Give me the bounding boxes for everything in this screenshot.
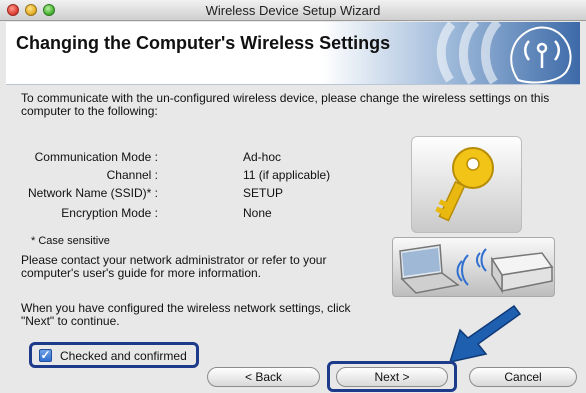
key-illustration — [411, 136, 522, 233]
setting-row-encryption-mode: Encryption Mode : None — [21, 206, 361, 222]
title-bar: Wireless Device Setup Wizard — [0, 0, 586, 21]
arrow-pointer-icon — [448, 304, 522, 364]
setting-value: SETUP — [243, 186, 284, 200]
setting-row-communication-mode: Communication Mode : Ad-hoc — [21, 150, 361, 166]
next-button[interactable]: Next > — [336, 367, 448, 387]
contact-admin-text: Please contact your network administrato… — [21, 253, 327, 280]
setting-label: Network Name (SSID)* : — [27, 186, 158, 200]
key-icon — [435, 147, 494, 222]
window-title: Wireless Device Setup Wizard — [205, 3, 381, 18]
setting-label: Communication Mode : — [34, 150, 158, 164]
setting-row-ssid: Network Name (SSID)* : SETUP — [21, 186, 361, 202]
wizard-window: Wireless Device Setup Wizard Changing th… — [0, 0, 586, 393]
setting-label: Channel : — [106, 168, 158, 182]
cancel-button[interactable]: Cancel — [469, 367, 577, 387]
intro-text: To communicate with the un-configured wi… — [21, 91, 550, 118]
next-instruction-text: When you have configured the wireless ne… — [21, 301, 351, 328]
setting-value: Ad-hoc — [243, 150, 282, 164]
header-banner: Changing the Computer's Wireless Setting… — [6, 22, 580, 85]
setting-label: Encryption Mode : — [61, 206, 158, 220]
case-sensitive-note: * Case sensitive — [31, 235, 110, 247]
laptop-printer-icon — [399, 244, 554, 294]
wireless-logo-icon — [436, 22, 572, 84]
confirm-checkbox-label[interactable]: Checked and confirmed — [60, 349, 187, 363]
setting-value: None — [243, 206, 272, 220]
setting-row-channel: Channel : 11 (if applicable) — [21, 168, 361, 184]
back-button[interactable]: < Back — [207, 367, 320, 387]
devices-illustration — [392, 237, 555, 297]
confirm-checkbox[interactable]: ✓ — [39, 349, 52, 362]
setting-value: 11 (if applicable) — [243, 168, 331, 182]
page-title: Changing the Computer's Wireless Setting… — [16, 33, 391, 53]
confirm-checkbox-container[interactable]: ✓ Checked and confirmed — [29, 342, 199, 368]
